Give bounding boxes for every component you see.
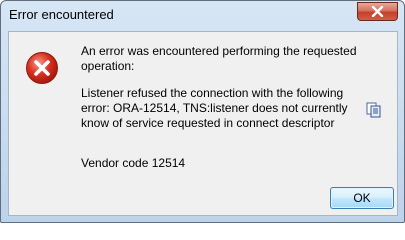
ok-button[interactable]: OK <box>330 187 394 209</box>
error-detail: Listener refused the connection with the… <box>81 86 348 130</box>
title-bar[interactable]: Error encountered <box>1 1 404 31</box>
close-icon <box>371 6 384 17</box>
error-message: An error was encountered performing the … <box>81 44 357 73</box>
window-title: Error encountered <box>9 7 114 22</box>
close-button[interactable] <box>357 2 398 21</box>
dialog-body: An error was encountered performing the … <box>8 31 398 216</box>
copy-icon[interactable] <box>366 102 382 118</box>
dialog-window: Error encountered An error was encounter… <box>0 0 405 223</box>
error-icon <box>26 52 58 84</box>
vendor-code: Vendor code 12514 <box>81 156 186 170</box>
